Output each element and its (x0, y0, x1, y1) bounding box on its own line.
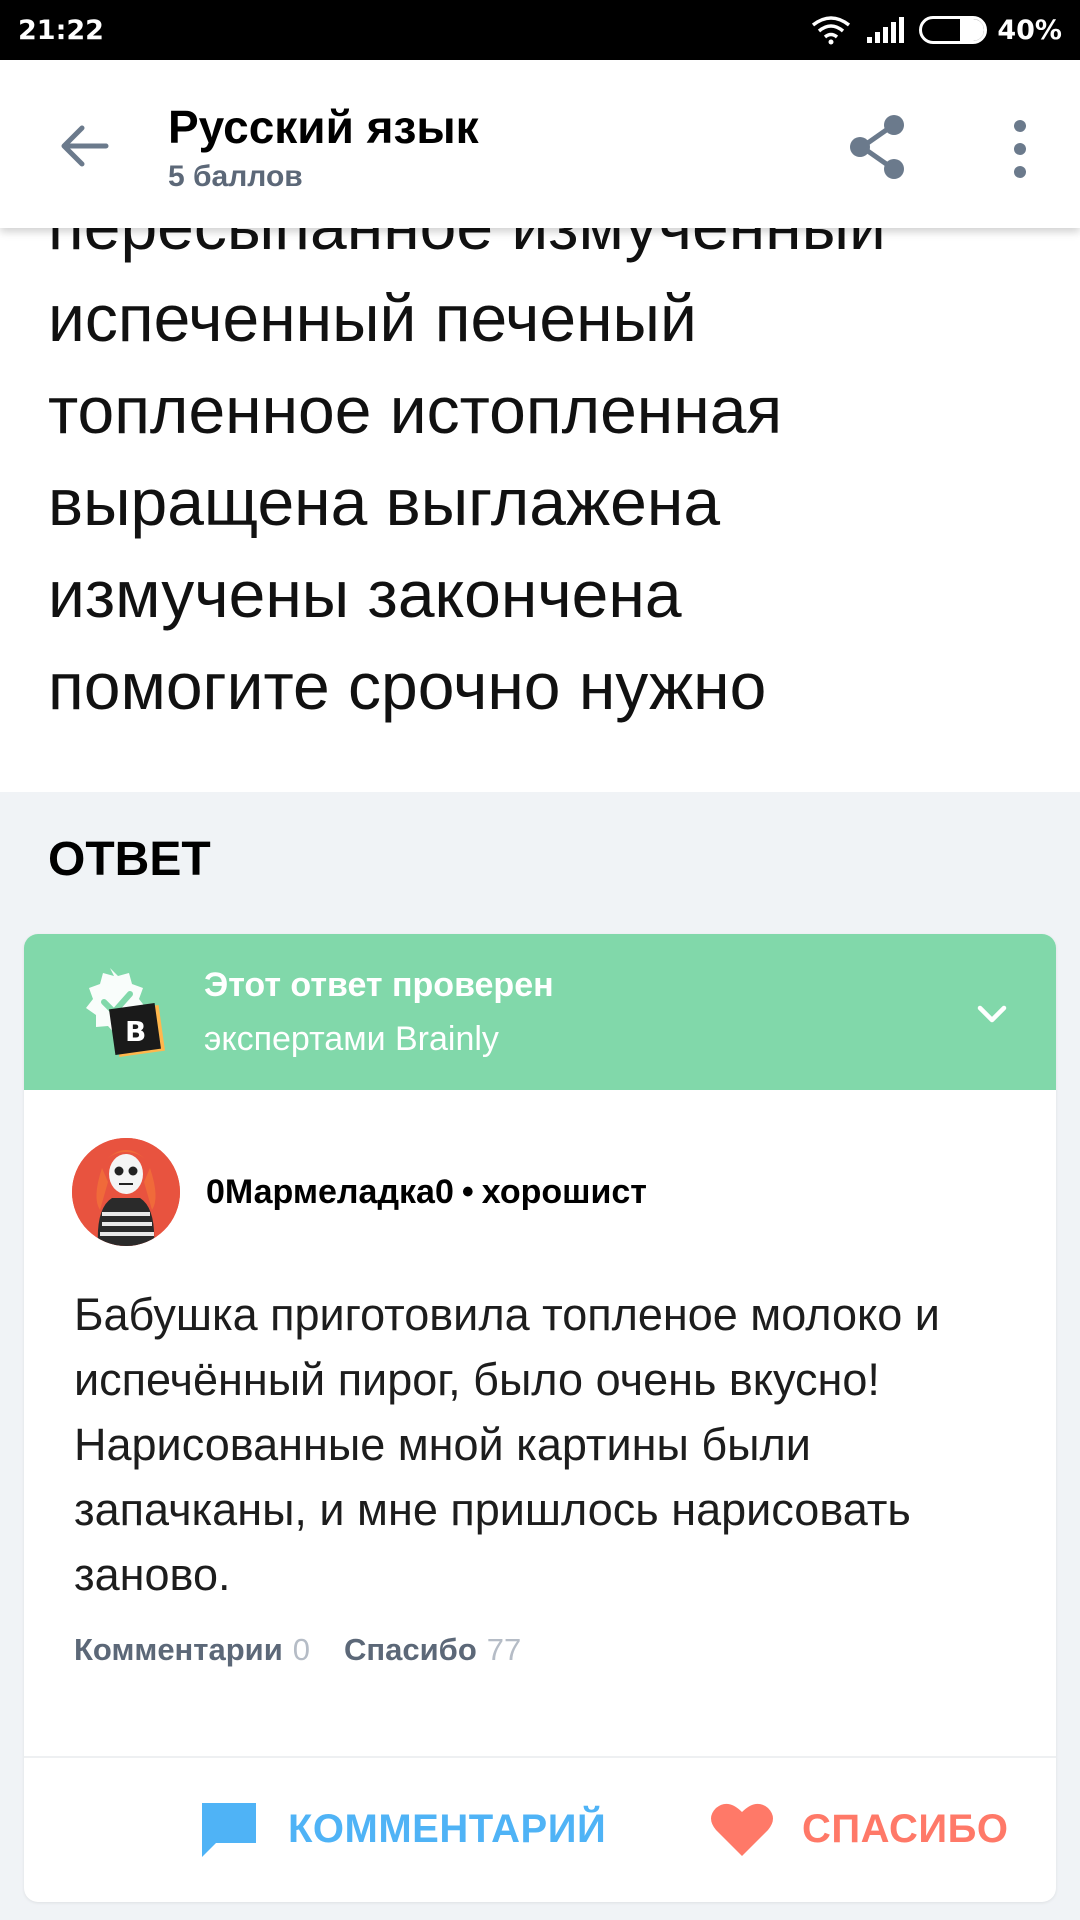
answer-stats: Комментарии 0 Спасибо 77 (74, 1632, 521, 1668)
thanks-button-label: СПАСИБО (802, 1806, 1009, 1851)
battery-indicator: 40% (919, 15, 1062, 46)
expand-button[interactable] (972, 994, 1012, 1034)
more-vertical-icon (1014, 120, 1026, 178)
share-button[interactable] (846, 112, 910, 182)
chevron-down-icon (977, 1005, 1007, 1023)
thanks-stat-label: Спасибо (344, 1632, 477, 1667)
points-label: 5 баллов (168, 160, 303, 193)
app-header: Русский язык 5 баллов (0, 60, 1080, 228)
thanks-stat: Спасибо 77 (344, 1632, 521, 1668)
comments-label: Комментарии (74, 1632, 283, 1667)
heart-icon (711, 1803, 773, 1856)
status-bar: 21:22 40% (0, 0, 1080, 60)
battery-percent: 40% (997, 14, 1062, 46)
comment-button-label: КОММЕНТАРИЙ (288, 1806, 607, 1851)
answer-author[interactable]: 0Мармеладка0 • хорошист (72, 1138, 647, 1246)
status-time: 21:22 (18, 14, 104, 46)
verified-title: Этот ответ проверен (204, 966, 554, 1004)
battery-icon (919, 16, 988, 44)
divider (24, 1756, 1056, 1758)
author-name[interactable]: 0Мармеладка0 (206, 1173, 454, 1212)
arrow-left-icon (61, 125, 109, 167)
page-title: Русский язык (168, 101, 479, 153)
verified-banner[interactable]: B Этот ответ проверен экспертами Brainly (24, 934, 1056, 1090)
avatar[interactable] (72, 1138, 180, 1246)
thanks-count: 77 (486, 1632, 522, 1667)
answer-text: Бабушка приготовила топленое молоко и ис… (74, 1289, 940, 1600)
answer-heading: ОТВЕТ (48, 833, 211, 886)
thanks-button[interactable]: СПАСИБО (710, 1774, 1009, 1884)
status-icons: 40% (811, 15, 1062, 46)
verified-badge-icon: B (74, 964, 184, 1064)
comments-stat[interactable]: Комментарии 0 (74, 1632, 310, 1668)
verified-subtitle: экспертами Brainly (204, 1020, 499, 1058)
comment-button[interactable]: КОММЕНТАРИЙ (198, 1774, 606, 1884)
back-button[interactable] (54, 116, 114, 176)
wifi-icon (812, 16, 851, 45)
question-block: пересыпанное измученный испеченный печен… (0, 228, 1080, 792)
share-icon (850, 115, 904, 179)
badge-letter: B (125, 1015, 146, 1048)
answer-card: B Этот ответ проверен экспертами Brainly (24, 934, 1056, 1902)
author-rank: хорошист (481, 1172, 647, 1211)
question-text: пересыпанное измученный испеченный печен… (48, 228, 886, 723)
comments-count: 0 (292, 1632, 311, 1667)
comment-icon (202, 1803, 256, 1857)
more-options-button[interactable] (1000, 114, 1040, 184)
signal-icon (867, 17, 905, 43)
author-separator: • (461, 1172, 474, 1211)
